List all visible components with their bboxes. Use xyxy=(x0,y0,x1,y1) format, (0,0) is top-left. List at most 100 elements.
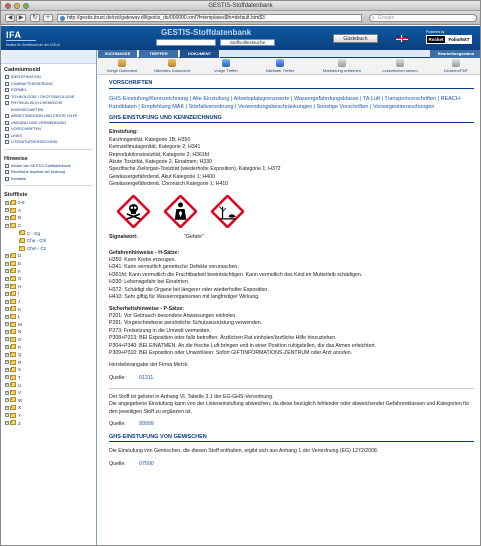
page-icon xyxy=(5,140,9,144)
h-statement: H372: Schädigt die Organe bei längerer o… xyxy=(109,286,269,293)
einstufung-list: Karzinogenität, Kategorie 1B; H350 Keimze… xyxy=(109,137,474,189)
expand-icon[interactable]: + xyxy=(5,367,9,372)
forward-arrow-icon[interactable]: ▶ xyxy=(16,14,26,22)
sidebar-item-literatur[interactable]: LITERATURVERZEICHNIS xyxy=(1,139,96,146)
uk-flag-icon[interactable] xyxy=(396,35,408,42)
expand-icon[interactable]: + xyxy=(5,329,9,334)
expand-icon[interactable]: + xyxy=(5,360,9,365)
expand-icon[interactable]: + xyxy=(5,200,9,205)
tree-folder[interactable]: + W xyxy=(1,396,96,404)
expand-icon[interactable]: + xyxy=(5,276,9,281)
url-field[interactable]: http://gestis.itrust.de/nxt/gateway.dll/… xyxy=(57,14,362,22)
source-link[interactable]: 99999 xyxy=(139,421,154,427)
tab-suchmaske[interactable]: SUCHMASKE xyxy=(98,50,138,58)
expand-icon[interactable]: + xyxy=(5,337,9,342)
tree-folder[interactable]: + D xyxy=(1,252,96,260)
substance-list-heading: Stoffliste xyxy=(4,192,28,198)
expand-icon[interactable]: + xyxy=(5,261,9,266)
hint-link-kontakte[interactable]: Kontakte xyxy=(1,176,96,183)
fulltext-search-button[interactable]: Stoffvolltextsuche xyxy=(220,39,275,46)
tree-folder[interactable]: + A xyxy=(1,207,96,215)
previous-document-button[interactable]: Vorige Dokument xyxy=(100,59,144,73)
tree-subfolder[interactable]: Cha - Chl xyxy=(1,237,96,245)
source-link[interactable]: 07500 xyxy=(139,461,154,467)
expand-icon[interactable]: + xyxy=(5,383,9,388)
expand-icon[interactable]: + xyxy=(5,413,9,418)
expand-icon[interactable]: + xyxy=(5,390,9,395)
ifa-logo[interactable]: IFA xyxy=(6,30,22,40)
folder-icon xyxy=(10,359,16,365)
expand-icon[interactable]: + xyxy=(5,299,9,304)
tab-treffer[interactable]: TREFFER xyxy=(139,50,179,58)
expand-icon[interactable]: + xyxy=(5,405,9,410)
tree-folder[interactable]: + O xyxy=(1,336,96,344)
tree-subfolder[interactable]: C - Cg xyxy=(1,229,96,237)
tree-folder[interactable]: + P xyxy=(1,343,96,351)
back-arrow-icon[interactable]: ◀ xyxy=(5,14,15,22)
guestbook-button[interactable]: Gästebuch xyxy=(333,34,378,43)
tree-folder[interactable]: + H xyxy=(1,283,96,291)
substance-search-input[interactable] xyxy=(156,39,216,46)
section-links[interactable]: GHS-Einstufung/Kennzeichnung | Alte Eins… xyxy=(109,95,474,111)
tree-label: Z xyxy=(18,420,21,426)
expand-icon[interactable]: + xyxy=(5,284,9,289)
source-link[interactable]: 01211 xyxy=(139,375,153,381)
tree-subfolder[interactable]: Chm - Cz xyxy=(1,245,96,253)
source-row: Quelle: 99999 xyxy=(109,421,474,427)
add-bookmark-icon[interactable]: + xyxy=(43,14,53,22)
web-search-field[interactable]: ⌕ Google xyxy=(369,14,477,22)
expand-icon[interactable]: + xyxy=(5,215,9,220)
p-statement: P304+P340: BEI EINATMEN: An die frische … xyxy=(109,342,377,349)
sidebar-item-physikalisch-chemisch[interactable]: PHYSIKALISCH-CHEMISCHE EIGENSCHAFTEN xyxy=(1,100,96,113)
tree-folder[interactable]: +0-9 xyxy=(1,199,96,207)
tree-folder[interactable]: + S xyxy=(1,366,96,374)
reload-icon[interactable]: ↻ xyxy=(30,14,40,22)
tree-folder[interactable]: + Z xyxy=(1,419,96,427)
expand-icon[interactable]: + xyxy=(5,352,9,357)
expand-icon[interactable]: + xyxy=(5,375,9,380)
classification-line: Karzinogenität, Kategorie 1B; H350 xyxy=(109,136,191,143)
expand-icon[interactable]: + xyxy=(5,291,9,296)
next-hit-button[interactable]: Nächster Treffer xyxy=(258,59,302,73)
tree-folder[interactable]: + F xyxy=(1,267,96,275)
tree-folder[interactable]: + L xyxy=(1,313,96,321)
tree-folder[interactable]: + Y xyxy=(1,412,96,420)
tab-bearbeitungsstand[interactable]: Bearbeitungsstand xyxy=(430,50,480,58)
tab-dokument[interactable]: DOKUMENT xyxy=(180,50,220,58)
tree-folder[interactable]: + I xyxy=(1,290,96,298)
expand-icon[interactable]: + xyxy=(5,269,9,274)
tree-folder[interactable]: + M xyxy=(1,321,96,329)
tree-folder[interactable]: + U xyxy=(1,381,96,389)
print-pdf-button[interactable]: Drucken/PDF xyxy=(434,59,478,73)
next-document-button[interactable]: Nächstes Dokument xyxy=(150,59,194,73)
expand-icon[interactable]: + xyxy=(5,322,9,327)
signal-word-row: Signalwort: "Gefahr" xyxy=(109,234,474,240)
tree-folder[interactable]: + E xyxy=(1,260,96,268)
expand-icon[interactable]: + xyxy=(5,314,9,319)
tree-folder[interactable]: + G xyxy=(1,275,96,283)
expand-icon[interactable]: + xyxy=(5,307,9,312)
tree-folder[interactable]: + X xyxy=(1,404,96,412)
tree-folder[interactable]: + J xyxy=(1,298,96,306)
tree-folder[interactable]: + B xyxy=(1,214,96,222)
tree-folder[interactable]: + V xyxy=(1,389,96,397)
set-bookmark-button[interactable]: Lesezeichen setzen xyxy=(378,59,422,73)
manufacturer-note: Herstellerangabe der Firma Merck xyxy=(109,362,188,369)
collapse-icon[interactable]: − xyxy=(5,223,9,228)
previous-hit-button[interactable]: Vorige Treffer xyxy=(204,59,248,73)
h-statements-list: H350: Kann Krebs erzeugen. H341: Kann ver… xyxy=(109,257,474,301)
page-icon xyxy=(5,163,9,168)
tree-folder[interactable]: + Q xyxy=(1,351,96,359)
expand-icon[interactable]: + xyxy=(5,398,9,403)
expand-icon[interactable]: + xyxy=(5,345,9,350)
expand-icon[interactable]: + xyxy=(5,253,9,258)
tree-folder[interactable]: + R xyxy=(1,358,96,366)
substance-name: Cadmiumoxid xyxy=(4,67,41,73)
tree-folder[interactable]: + K xyxy=(1,305,96,313)
tree-folder[interactable]: + N xyxy=(1,328,96,336)
remove-highlight-button[interactable]: Markierung entfernen xyxy=(316,59,368,73)
expand-icon[interactable]: + xyxy=(5,421,9,426)
expand-icon[interactable]: + xyxy=(5,208,9,213)
tree-folder[interactable]: − C xyxy=(1,222,96,230)
tree-folder[interactable]: + T xyxy=(1,374,96,382)
